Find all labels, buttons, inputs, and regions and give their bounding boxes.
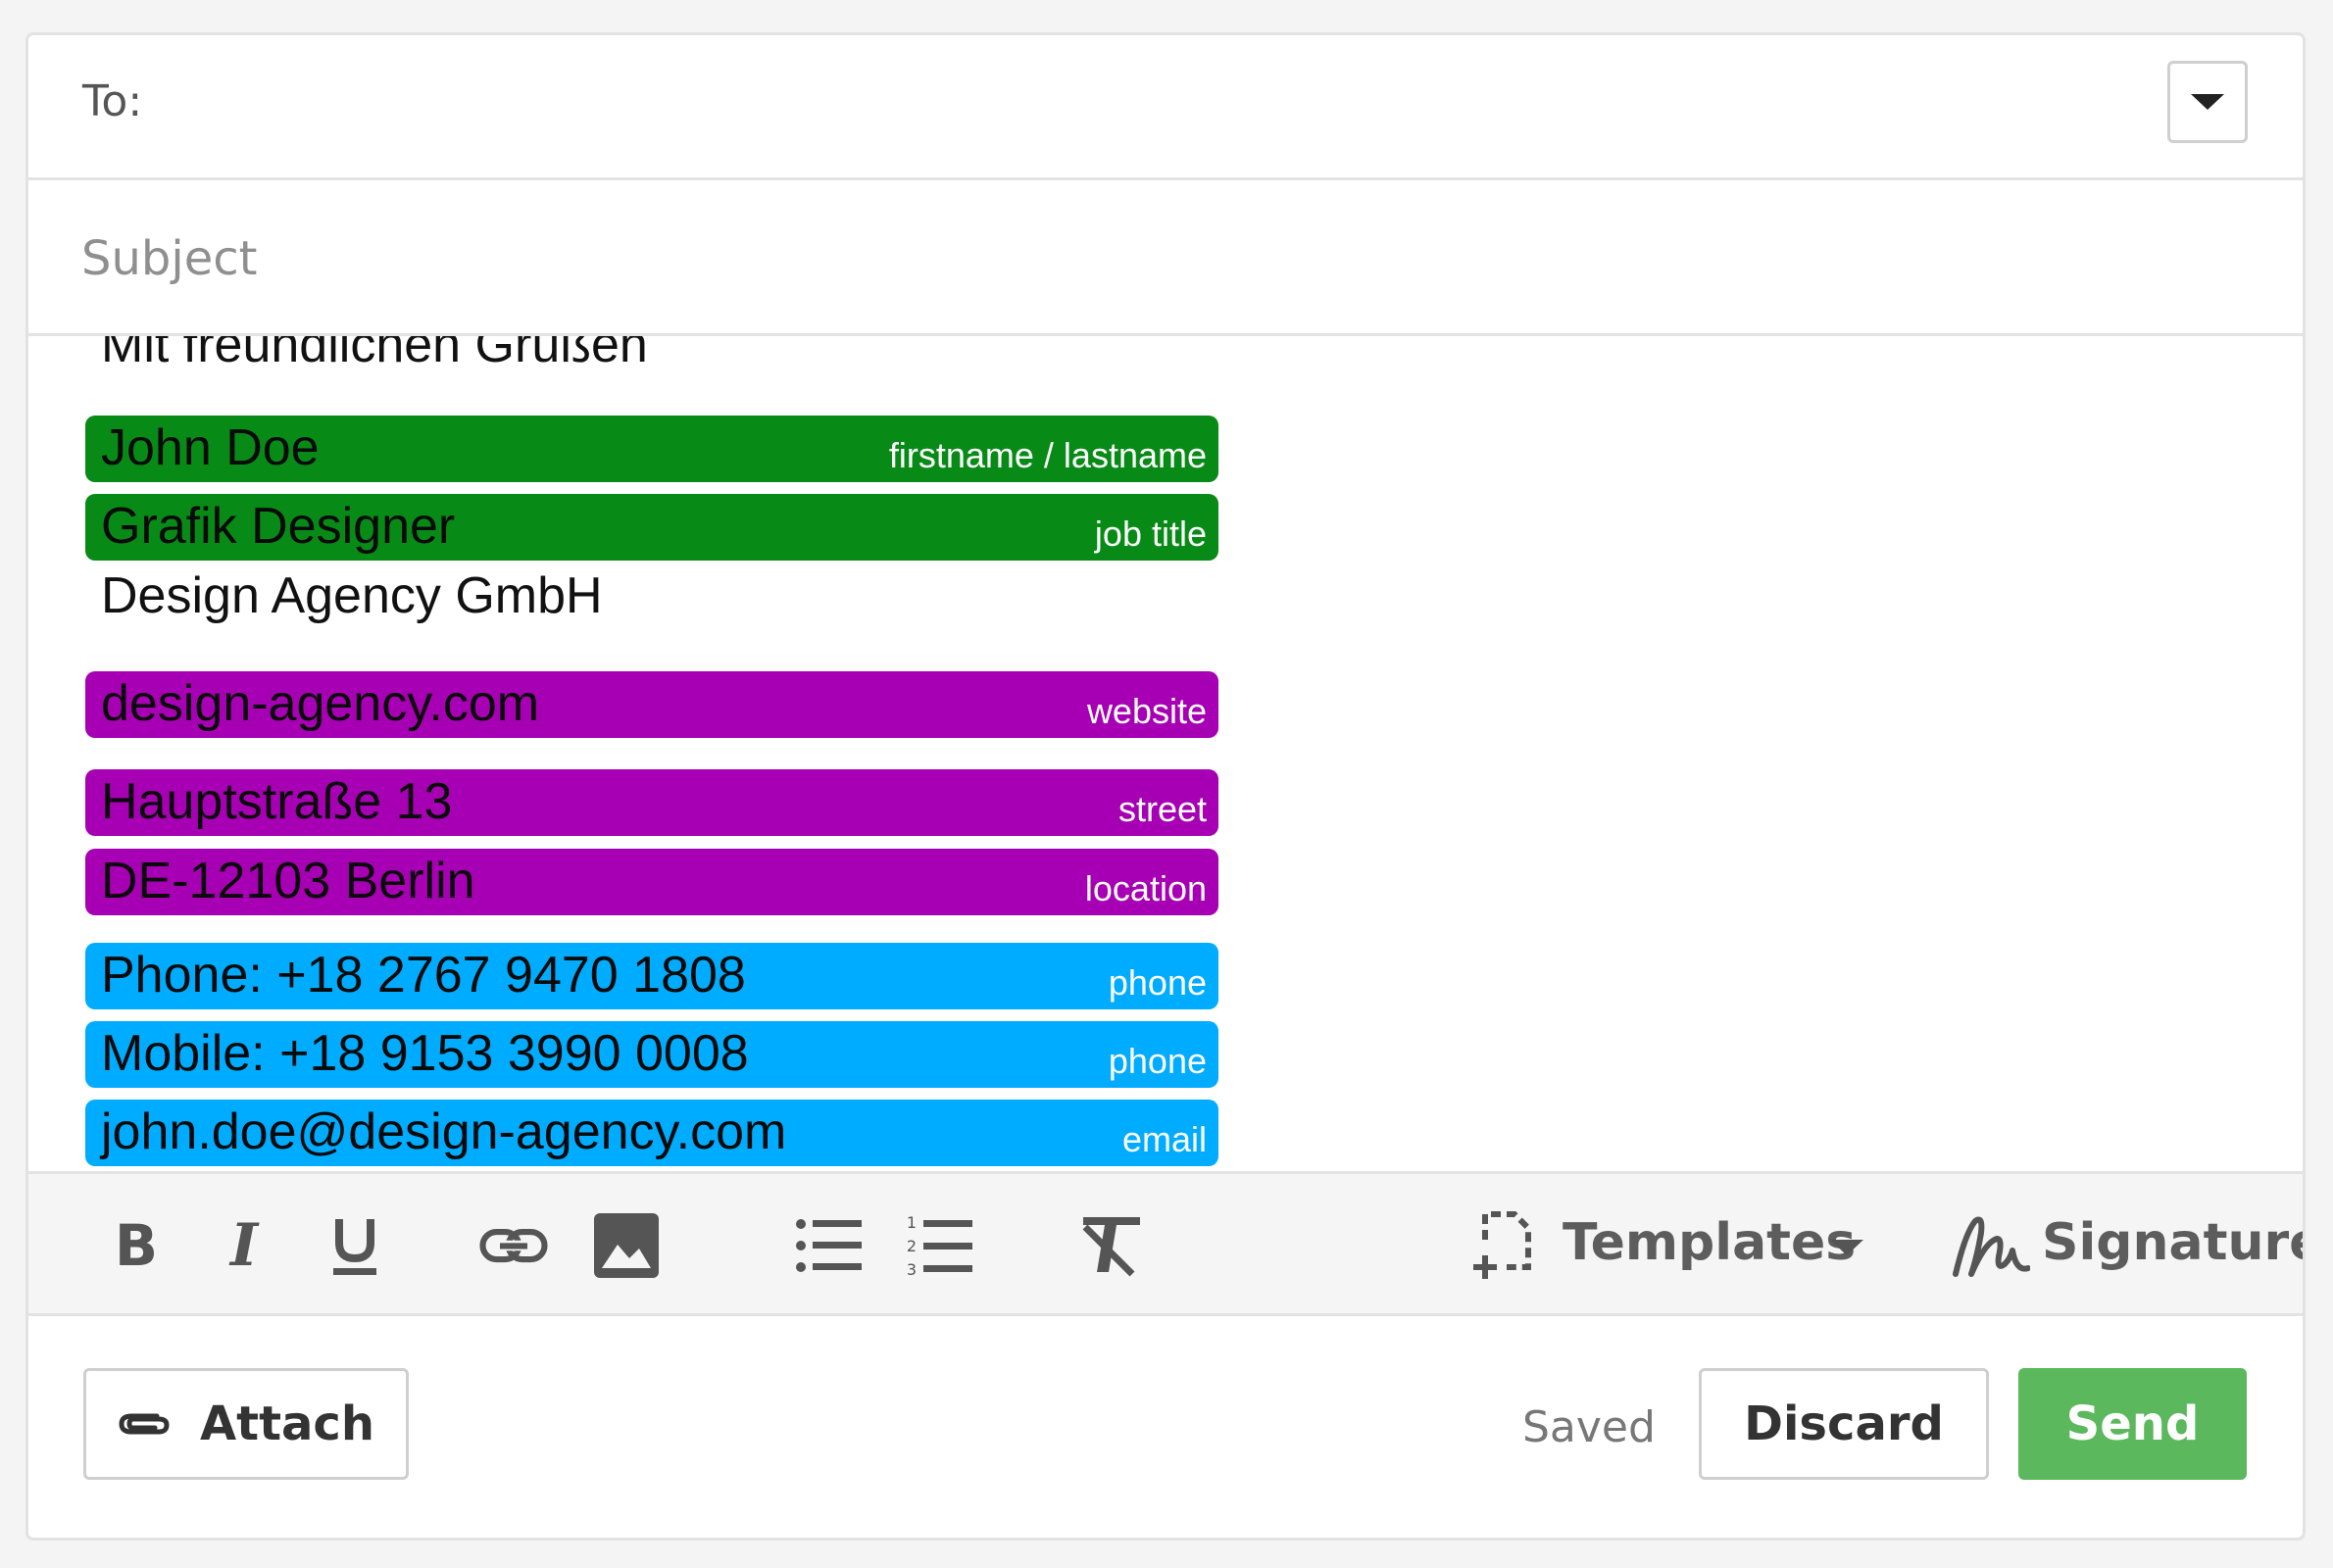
caret-down-icon <box>2191 94 2224 110</box>
svg-text:3: 3 <box>907 1260 917 1277</box>
signature-title-tag: job title <box>1094 514 1207 554</box>
svg-text:I: I <box>228 1216 260 1275</box>
italic-icon: I <box>228 1216 260 1275</box>
image-icon <box>594 1213 659 1278</box>
composer-footer: Attach Saved Discard Send <box>28 1316 2303 1538</box>
signature-phone-tag: phone <box>1108 962 1207 1003</box>
italic-button[interactable]: I <box>210 1211 278 1280</box>
paperclip-icon <box>119 1413 170 1435</box>
numbered-list-button[interactable]: 1 2 3 <box>906 1211 974 1280</box>
greeting-text: Mit freundlichen Grüßen <box>101 336 648 373</box>
signature-phone-value: Phone: +18 2767 9470 1808 <box>101 947 746 1004</box>
signature-name-field[interactable]: John Doe firstname / lastname <box>85 416 1218 482</box>
signature-website-tag: website <box>1086 691 1207 731</box>
bulleted-list-icon <box>796 1219 862 1272</box>
templates-button[interactable] <box>1469 1211 1538 1280</box>
svg-text:1: 1 <box>907 1214 917 1232</box>
subject-input[interactable] <box>77 220 2144 298</box>
signature-email-field[interactable]: john.doe@design-agency.com email <box>85 1100 1218 1166</box>
signature-location-field[interactable]: DE-12103 Berlin location <box>85 849 1218 915</box>
insert-image-button[interactable] <box>592 1211 661 1280</box>
signature-street-field[interactable]: Hauptstraße 13 street <box>85 769 1218 836</box>
signature-title-field[interactable]: Grafik Designer job title <box>85 494 1218 561</box>
save-status-text: Saved <box>1522 1402 1656 1452</box>
numbered-list-icon: 1 2 3 <box>907 1214 972 1277</box>
signature-name-tag: firstname / lastname <box>888 435 1207 475</box>
attach-label: Attach <box>199 1396 375 1451</box>
signature-location-tag: location <box>1084 868 1207 908</box>
signature-title-value: Grafik Designer <box>101 498 456 555</box>
signature-phone-field[interactable]: Phone: +18 2767 9470 1808 phone <box>85 943 1218 1009</box>
recipient-dropdown-button[interactable] <box>2167 61 2248 143</box>
to-field-row: To: <box>28 35 2303 180</box>
signature-mobile-tag: phone <box>1108 1041 1207 1081</box>
clear-formatting-button[interactable] <box>1077 1211 1146 1280</box>
signature-street-value: Hauptstraße 13 <box>101 773 453 830</box>
signature-icon <box>1953 1216 2030 1277</box>
company-name-text: Design Agency GmbH <box>101 567 603 624</box>
templates-dropdown-toggle[interactable] <box>1830 1231 1863 1264</box>
message-body[interactable]: Mit freundlichen Grüßen John Doe firstna… <box>28 336 2303 1201</box>
to-label: To: <box>82 76 143 126</box>
signature-button[interactable] <box>1952 1211 2030 1280</box>
bulleted-list-button[interactable] <box>795 1211 864 1280</box>
subject-row <box>28 180 2303 336</box>
discard-label: Discard <box>1744 1396 1944 1451</box>
signature-website-field[interactable]: design-agency.com website <box>85 671 1218 738</box>
signature-email-tag: email <box>1121 1119 1207 1159</box>
svg-text:2: 2 <box>907 1237 917 1255</box>
bold-icon: B <box>115 1216 158 1275</box>
signature-street-tag: street <box>1117 789 1207 829</box>
templates-icon <box>1473 1211 1531 1279</box>
signature-email-value: john.doe@design-agency.com <box>101 1103 787 1160</box>
signature-location-value: DE-12103 Berlin <box>101 853 475 909</box>
email-composer: To: Mit freundlichen Grüßen John Doe fir… <box>25 32 2306 1541</box>
attach-button[interactable]: Attach <box>83 1368 409 1480</box>
send-button[interactable]: Send <box>2018 1368 2247 1480</box>
clear-format-icon <box>1082 1217 1140 1277</box>
templates-label[interactable]: Templates <box>1563 1213 1856 1272</box>
insert-link-button[interactable] <box>479 1211 548 1280</box>
send-label: Send <box>2065 1396 2200 1451</box>
svg-text:B: B <box>115 1216 158 1275</box>
underline-button[interactable] <box>321 1211 389 1280</box>
discard-button[interactable]: Discard <box>1699 1368 1989 1480</box>
signature-name-value: John Doe <box>101 419 320 476</box>
signature-mobile-value: Mobile: +18 9153 3990 0008 <box>101 1025 749 1082</box>
bold-button[interactable]: B <box>102 1211 171 1280</box>
signature-website-value: design-agency.com <box>101 675 540 732</box>
signature-mobile-field[interactable]: Mobile: +18 9153 3990 0008 phone <box>85 1021 1218 1088</box>
formatting-toolbar: B I 1 2 3 Templates Signature <box>28 1171 2303 1316</box>
signature-label[interactable]: Signature <box>2042 1213 2303 1272</box>
underline-icon <box>333 1219 376 1275</box>
caret-down-icon <box>1830 1240 1863 1255</box>
link-icon <box>479 1228 548 1263</box>
